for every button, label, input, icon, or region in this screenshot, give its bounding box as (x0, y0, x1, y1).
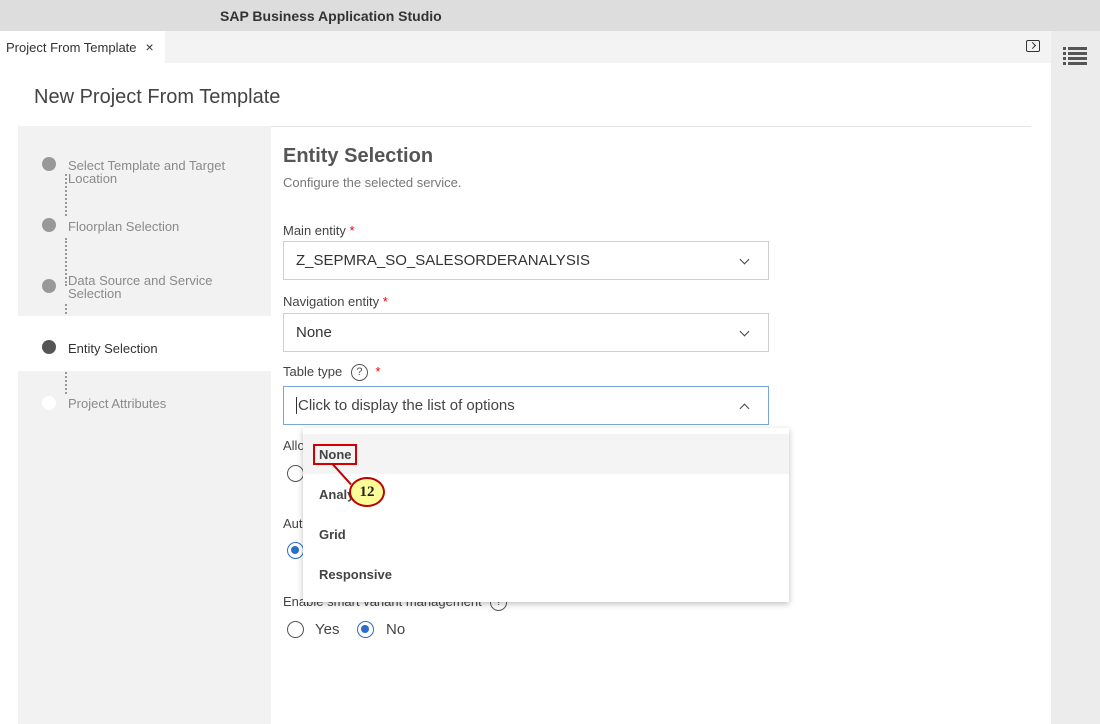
smart-variant-yes-radio[interactable] (287, 621, 304, 638)
page-title: New Project From Template (34, 86, 281, 108)
main-entity-value: Z_SEPMRA_SO_SALESORDERANALYSIS (296, 252, 590, 269)
step-label: Data Source and Service Selection (68, 273, 213, 301)
chevron-down-icon (739, 254, 750, 265)
step-dot-icon (42, 157, 56, 171)
chevron-down-icon (739, 326, 750, 337)
tab-label: Project From Template (6, 39, 137, 55)
tab-project-from-template[interactable]: Project From Template × (0, 31, 165, 63)
right-rail (1051, 31, 1100, 724)
step-select-template[interactable]: Select Template and Target Location (18, 152, 271, 192)
step-dot-icon (42, 340, 56, 354)
step-entity-selection[interactable]: Entity Selection (18, 316, 271, 371)
auto-option-radio[interactable] (287, 542, 304, 559)
step-floorplan-selection[interactable]: Floorplan Selection (18, 218, 271, 246)
wizard-steps-panel: Select Template and Target Location Floo… (18, 126, 271, 724)
chevron-up-icon (739, 403, 750, 414)
step-dot-icon (42, 218, 56, 232)
step-data-source[interactable]: Data Source and Service Selection (18, 274, 271, 314)
allow-option-label: Allo (283, 438, 305, 453)
allow-option-radio[interactable] (287, 465, 304, 482)
help-icon[interactable]: ? (350, 364, 368, 382)
table-type-label: Table type ? * (283, 364, 381, 382)
smart-variant-no-radio[interactable] (357, 621, 374, 638)
smart-variant-no-label: No (386, 621, 406, 638)
dropdown-option-grid[interactable]: Grid (303, 514, 789, 554)
navigation-entity-select[interactable]: None (283, 313, 769, 352)
navigation-entity-value: None (296, 324, 332, 341)
navigation-entity-label: Navigation entity * (283, 294, 388, 309)
step-dot-icon (42, 396, 56, 410)
step-dot-icon (42, 279, 56, 293)
auto-option-label: Aut (283, 516, 303, 531)
highlight-box (313, 444, 357, 465)
main-entity-select[interactable]: Z_SEPMRA_SO_SALESORDERANALYSIS (283, 241, 769, 280)
step-project-attributes[interactable]: Project Attributes (18, 372, 271, 432)
table-type-placeholder: Click to display the list of options (296, 397, 515, 414)
title-bar: SAP Business Application Studio (0, 0, 1100, 31)
tab-bar: Project From Template × (0, 31, 1051, 63)
dropdown-option-responsive[interactable]: Responsive (303, 554, 789, 594)
dropdown-option-none[interactable]: None (303, 434, 789, 474)
section-subtitle: Configure the selected service. (283, 175, 462, 190)
step-label: Entity Selection (68, 341, 158, 356)
smart-variant-yes-label: Yes (315, 621, 340, 638)
step-label: Select Template and Target Location (68, 158, 226, 186)
app-title: SAP Business Application Studio (220, 8, 442, 24)
table-type-dropdown: None Analytical Grid Responsive (303, 428, 789, 602)
main-entity-label: Main entity * (283, 223, 355, 238)
table-type-select[interactable]: Click to display the list of options (283, 386, 769, 425)
step-label: Floorplan Selection (68, 219, 180, 234)
close-icon[interactable]: × (146, 39, 154, 55)
terminal-icon[interactable] (1026, 40, 1040, 52)
step-label: Project Attributes (68, 396, 167, 411)
outline-list-icon[interactable] (1063, 47, 1087, 65)
step-callout-badge: 12 (349, 477, 385, 507)
section-title: Entity Selection (283, 145, 434, 167)
